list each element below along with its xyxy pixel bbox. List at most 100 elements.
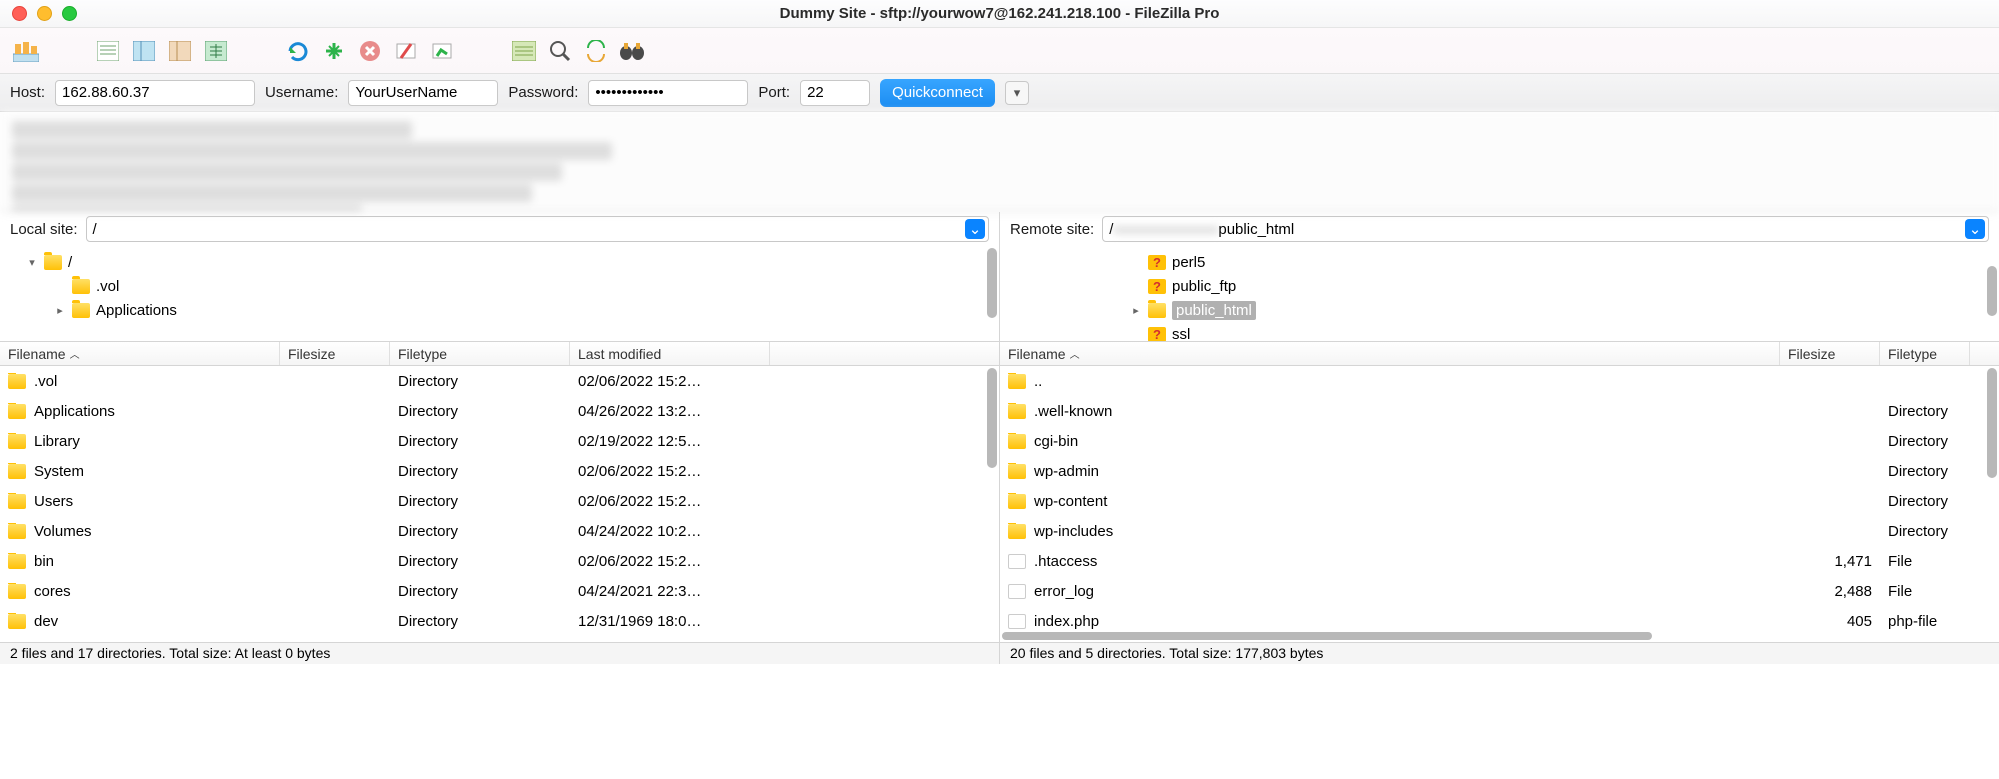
column-header-mod[interactable]: Last modified xyxy=(570,342,770,365)
maximize-window-button[interactable] xyxy=(62,6,77,21)
list-item[interactable]: .. xyxy=(1000,366,1999,396)
filter-icon[interactable] xyxy=(508,35,540,67)
sync-browsing-icon[interactable] xyxy=(580,35,612,67)
list-item[interactable]: .volDirectory02/06/2022 15:2… xyxy=(0,366,999,396)
list-item[interactable]: ApplicationsDirectory04/26/2022 13:2… xyxy=(0,396,999,426)
unknown-folder-icon: ? xyxy=(1148,279,1166,294)
folder-icon xyxy=(44,255,62,270)
folder-icon xyxy=(1008,464,1026,479)
folder-icon xyxy=(8,434,26,449)
list-item[interactable]: cgi-binDirectory xyxy=(1000,426,1999,456)
password-input[interactable] xyxy=(588,80,748,106)
folder-icon xyxy=(1008,524,1026,539)
search-icon[interactable] xyxy=(544,35,576,67)
folder-icon xyxy=(72,303,90,318)
column-header-name[interactable]: Filename ︿ xyxy=(0,342,280,365)
remote-site-label: Remote site: xyxy=(1010,221,1094,238)
list-item[interactable]: coresDirectory04/24/2021 22:3… xyxy=(0,576,999,606)
username-label: Username: xyxy=(265,84,338,101)
column-header-size[interactable]: Filesize xyxy=(1780,342,1880,365)
list-item[interactable]: .htaccess1,471File xyxy=(1000,546,1999,576)
tree-item[interactable]: ?perl5 xyxy=(1110,250,1993,274)
remote-site-path-input[interactable]: /xxxxxxxxxxxxxxpublic_html ⌄ xyxy=(1102,216,1989,242)
list-item[interactable]: error_log2,488File xyxy=(1000,576,1999,606)
tree-item[interactable]: ?public_ftp xyxy=(1110,274,1993,298)
folder-icon xyxy=(1148,303,1166,318)
tree-item[interactable]: ▸Applications xyxy=(6,298,993,322)
folder-icon xyxy=(8,524,26,539)
remote-pane: ?perl5?public_ftp▸public_html?ssl Filena… xyxy=(1000,246,1999,642)
local-site-path-input[interactable]: / ⌄ xyxy=(86,216,989,242)
tree-item[interactable]: .vol xyxy=(6,274,993,298)
toggle-queue-icon[interactable] xyxy=(200,35,232,67)
tree-item[interactable]: ▸public_html xyxy=(1110,298,1993,322)
host-label: Host: xyxy=(10,84,45,101)
folder-icon xyxy=(8,494,26,509)
window-title: Dummy Site - sftp://yourwow7@162.241.218… xyxy=(780,5,1220,22)
list-item[interactable]: etcDirectory03/31/2022 10:3… xyxy=(0,636,999,642)
quickconnect-history-dropdown[interactable]: ▾ xyxy=(1005,81,1029,105)
list-item[interactable]: UsersDirectory02/06/2022 15:2… xyxy=(0,486,999,516)
local-file-list[interactable]: Filename ︿FilesizeFiletypeLast modified … xyxy=(0,342,999,642)
folder-icon xyxy=(8,554,26,569)
disconnect-icon[interactable] xyxy=(390,35,422,67)
toggle-log-icon[interactable] xyxy=(92,35,124,67)
folder-icon xyxy=(8,614,26,629)
list-item[interactable]: wp-contentDirectory xyxy=(1000,486,1999,516)
list-item[interactable]: SystemDirectory02/06/2022 15:2… xyxy=(0,456,999,486)
file-icon xyxy=(1008,584,1026,599)
refresh-icon[interactable] xyxy=(282,35,314,67)
log-pane[interactable] xyxy=(0,112,1999,212)
port-input[interactable] xyxy=(800,80,870,106)
list-item[interactable]: .well-knownDirectory xyxy=(1000,396,1999,426)
process-queue-icon[interactable] xyxy=(318,35,350,67)
column-header-size[interactable]: Filesize xyxy=(280,342,390,365)
cancel-icon[interactable] xyxy=(354,35,386,67)
titlebar: Dummy Site - sftp://yourwow7@162.241.218… xyxy=(0,0,1999,28)
minimize-window-button[interactable] xyxy=(37,6,52,21)
list-item[interactable]: wp-adminDirectory xyxy=(1000,456,1999,486)
tree-item[interactable]: ?ssl xyxy=(1110,322,1993,342)
quickconnect-bar: Host: Username: Password: Port: Quickcon… xyxy=(0,74,1999,112)
list-item[interactable]: devDirectory12/31/1969 18:0… xyxy=(0,606,999,636)
file-icon xyxy=(1008,554,1026,569)
folder-icon xyxy=(8,404,26,419)
password-label: Password: xyxy=(508,84,578,101)
list-item[interactable]: wp-includesDirectory xyxy=(1000,516,1999,546)
binoculars-icon[interactable] xyxy=(616,35,648,67)
list-item[interactable]: VolumesDirectory04/24/2022 10:2… xyxy=(0,516,999,546)
folder-icon xyxy=(1008,434,1026,449)
local-pane: ▾/.vol▸Applications Filename ︿FilesizeFi… xyxy=(0,246,1000,642)
folder-icon xyxy=(1008,374,1026,389)
column-header-name[interactable]: Filename ︿ xyxy=(1000,342,1780,365)
reconnect-icon[interactable] xyxy=(426,35,458,67)
folder-icon xyxy=(72,279,90,294)
local-status: 2 files and 17 directories. Total size: … xyxy=(0,643,1000,664)
remote-tree[interactable]: ?perl5?public_ftp▸public_html?ssl xyxy=(1000,246,1999,342)
unknown-folder-icon: ? xyxy=(1148,327,1166,342)
port-label: Port: xyxy=(758,84,790,101)
host-input[interactable] xyxy=(55,80,255,106)
close-window-button[interactable] xyxy=(12,6,27,21)
chevron-down-icon[interactable]: ⌄ xyxy=(1965,219,1985,239)
list-item[interactable]: binDirectory02/06/2022 15:2… xyxy=(0,546,999,576)
remote-status: 20 files and 5 directories. Total size: … xyxy=(1000,643,1999,664)
folder-icon xyxy=(1008,494,1026,509)
local-tree[interactable]: ▾/.vol▸Applications xyxy=(0,246,999,342)
folder-icon xyxy=(1008,404,1026,419)
username-input[interactable] xyxy=(348,80,498,106)
tree-item[interactable]: ▾/ xyxy=(6,250,993,274)
folder-icon xyxy=(8,374,26,389)
folder-icon xyxy=(8,464,26,479)
site-manager-icon[interactable] xyxy=(10,35,42,67)
chevron-down-icon[interactable]: ⌄ xyxy=(965,219,985,239)
toggle-remote-tree-icon[interactable] xyxy=(164,35,196,67)
remote-file-list[interactable]: Filename ︿FilesizeFiletype ...well-known… xyxy=(1000,342,1999,642)
column-header-type[interactable]: Filetype xyxy=(1880,342,1970,365)
quickconnect-button[interactable]: Quickconnect xyxy=(880,79,995,107)
toggle-local-tree-icon[interactable] xyxy=(128,35,160,67)
folder-icon xyxy=(8,584,26,599)
list-item[interactable]: LibraryDirectory02/19/2022 12:5… xyxy=(0,426,999,456)
column-header-type[interactable]: Filetype xyxy=(390,342,570,365)
main-toolbar xyxy=(0,28,1999,74)
